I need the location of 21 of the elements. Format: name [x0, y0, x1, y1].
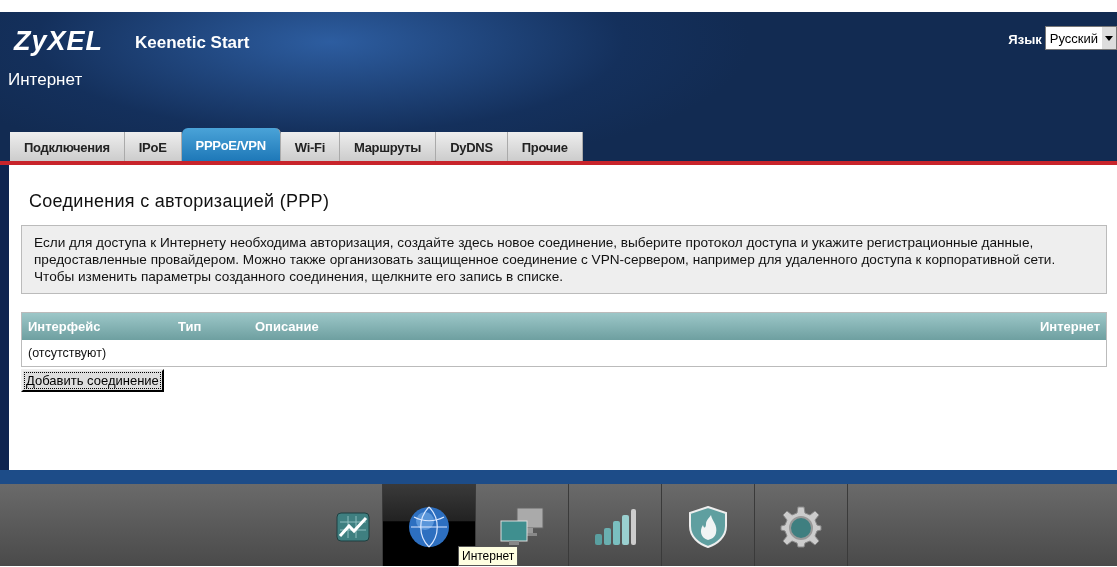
- tab[interactable]: Маршруты: [339, 132, 437, 161]
- tab[interactable]: Подключения: [10, 132, 125, 161]
- column-header: Тип: [178, 319, 203, 334]
- column-header: Интернет: [1040, 319, 1100, 334]
- logo: ZyXEL: [14, 25, 104, 57]
- column-header: Интерфейс: [28, 319, 102, 334]
- model-name: Keenetic Start: [135, 33, 250, 53]
- page-title: Соединения с авторизацией (PPP): [28, 190, 331, 213]
- info-text: Если для доступа к Интернету необходима авторизация, создайте здесь новое соединение, выберите протокол доступа и укажите регистрационные данные, предоставленные провайдером. Можно также организовать защищенное соединение с VPN-сервером, например для удаленного доступа к корпоративной сети. Чтобы изменить параметры созданного соединения, щелкните его запись в списке.: [21, 225, 1107, 294]
- tab[interactable]: Wi-Fi: [280, 132, 340, 161]
- add-connection-button[interactable]: Добавить соединение: [21, 369, 164, 392]
- language-select[interactable]: Русский: [1044, 26, 1117, 50]
- tab[interactable]: Прочие: [507, 132, 583, 161]
- tab[interactable]: PPPoE/VPN: [181, 128, 281, 161]
- tab[interactable]: IPoE: [124, 132, 182, 161]
- table-cell-text: (отсутствуют): [27, 345, 108, 362]
- language-label: Язык: [1008, 32, 1042, 47]
- section-title: Интернет: [7, 70, 84, 91]
- tooltip: Интернет: [458, 546, 519, 566]
- tab[interactable]: DyDNS: [436, 132, 508, 161]
- column-header: Описание: [255, 319, 320, 334]
